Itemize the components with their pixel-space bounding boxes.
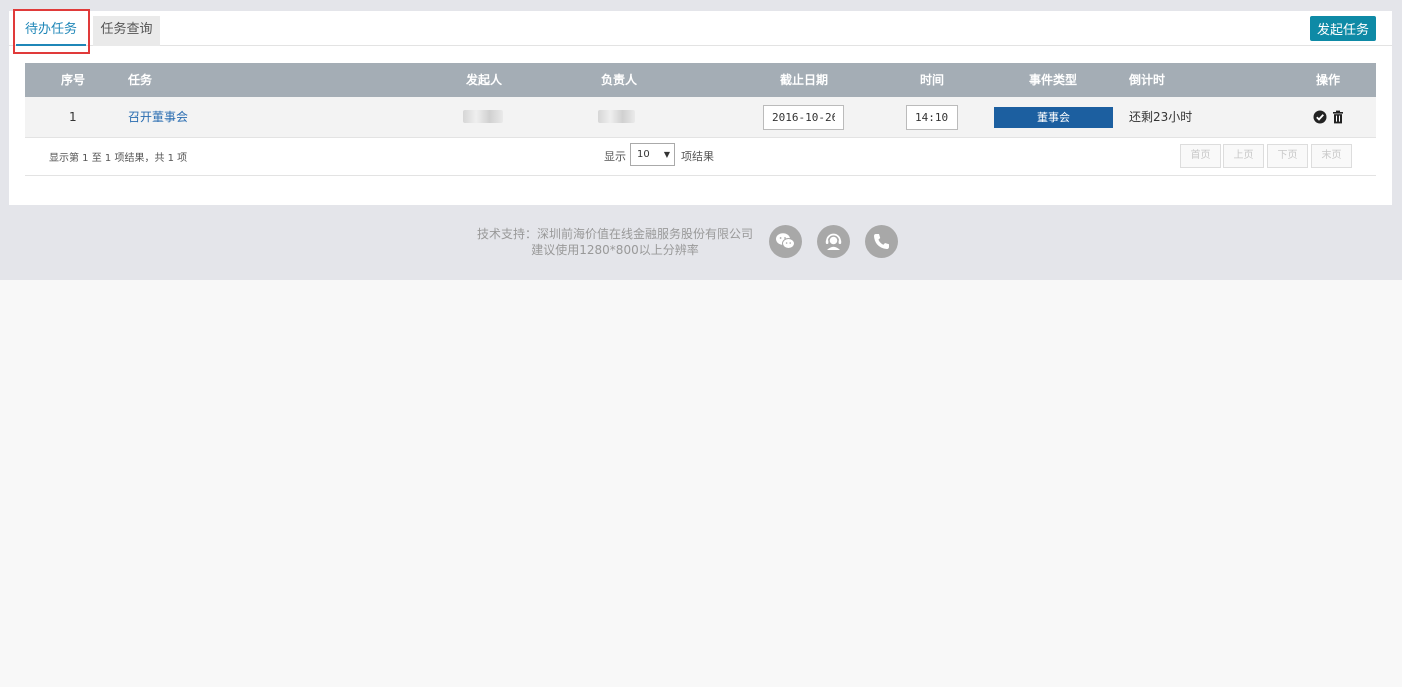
task-panel: 待办任务 任务查询 发起任务 序号 任务 发起人 负责人 截止日期 时间 事件类… — [9, 9, 1392, 205]
start-task-button[interactable]: 发起任务 — [1310, 16, 1376, 41]
header-index: 序号 — [61, 73, 86, 87]
wechat-icon[interactable] — [769, 225, 802, 258]
first-page-button[interactable]: 首页 — [1180, 144, 1221, 168]
header-time: 时间 — [920, 73, 945, 87]
confirm-check-icon[interactable] — [1313, 110, 1327, 124]
dropdown-caret-icon: ▼ — [663, 150, 670, 159]
tab-bar: 待办任务 任务查询 发起任务 — [9, 9, 1392, 54]
table-footer: 显示第 1 至 1 项结果，共 1 项 显示 10 ▼ 项结果 首页 上页 下页… — [25, 138, 1376, 176]
support-company: 技术支持：深圳前海价值在线金融服务股份有限公司 — [476, 227, 753, 241]
countdown-text: 还剩23小时 — [1129, 110, 1193, 124]
prev-page-button[interactable]: 上页 — [1223, 144, 1264, 168]
deadline-date-input[interactable] — [763, 105, 844, 130]
task-table: 序号 任务 发起人 负责人 截止日期 时间 事件类型 倒计时 操作 1 召开董事… — [25, 63, 1376, 176]
phone-icon[interactable] — [865, 225, 898, 258]
page-length-label: 显示 — [604, 150, 626, 163]
time-input[interactable] — [906, 105, 958, 130]
task-link[interactable]: 召开董事会 — [128, 97, 188, 138]
page-length-value: 10 — [637, 149, 650, 160]
table-row: 1 召开董事会 董事会 还剩23小时 — [25, 97, 1376, 138]
next-page-button[interactable]: 下页 — [1267, 144, 1308, 168]
header-event-type: 事件类型 — [1029, 73, 1078, 87]
header-deadline: 截止日期 — [780, 73, 829, 87]
support-info: 技术支持：深圳前海价值在线金融服务股份有限公司 建议使用1280*800以上分辨… — [470, 226, 760, 258]
resolution-hint: 建议使用1280*800以上分辨率 — [531, 243, 699, 257]
owner-blurred — [598, 110, 635, 123]
pagination-info: 显示第 1 至 1 项结果，共 1 项 — [49, 153, 188, 164]
delete-trash-icon[interactable] — [1331, 110, 1345, 124]
row-index: 1 — [69, 110, 77, 124]
row-actions — [1313, 110, 1345, 126]
header-countdown: 倒计时 — [1129, 73, 1166, 87]
last-page-button[interactable]: 末页 — [1311, 144, 1352, 168]
table-header: 序号 任务 发起人 负责人 截止日期 时间 事件类型 倒计时 操作 — [25, 63, 1376, 97]
tab-task-query[interactable]: 任务查询 — [93, 16, 160, 46]
event-type-badge: 董事会 — [994, 107, 1113, 128]
initiator-blurred — [463, 110, 503, 123]
page-length-select[interactable]: 10 ▼ — [630, 143, 675, 166]
tab-pending-tasks[interactable]: 待办任务 — [16, 16, 86, 46]
customer-service-icon[interactable] — [817, 225, 850, 258]
header-initiator: 发起人 — [466, 73, 503, 87]
page-length-suffix: 项结果 — [681, 150, 714, 163]
header-task: 任务 — [128, 73, 153, 87]
header-owner: 负责人 — [601, 73, 638, 87]
header-actions: 操作 — [1316, 73, 1341, 87]
